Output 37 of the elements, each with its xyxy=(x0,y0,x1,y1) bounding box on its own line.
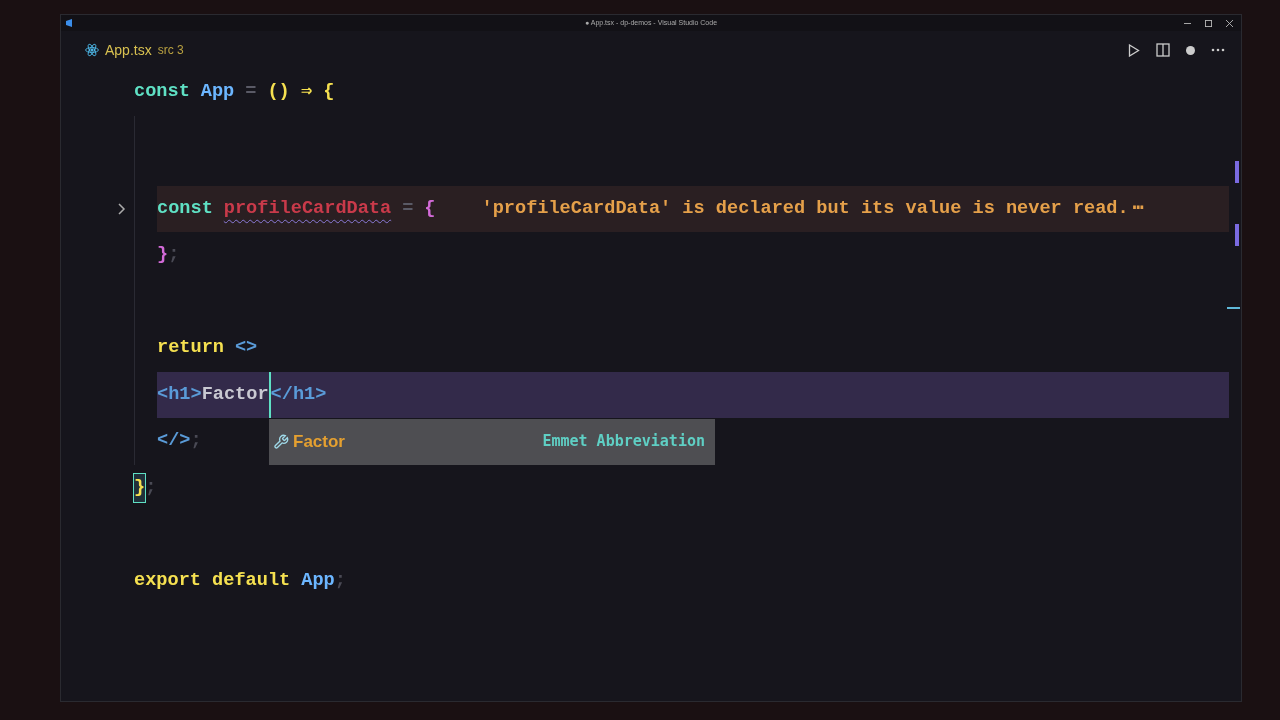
maximize-icon[interactable] xyxy=(1205,19,1212,27)
code-token: } xyxy=(157,243,169,268)
code-token: const xyxy=(134,80,190,105)
wrench-icon xyxy=(273,433,289,450)
chevron-right-icon[interactable] xyxy=(117,201,127,216)
code-token: Factor xyxy=(201,382,269,407)
code-token: <> xyxy=(234,336,258,361)
code-token: export default xyxy=(134,568,291,593)
code-token: { xyxy=(424,196,436,221)
code-token: const xyxy=(157,196,213,221)
react-icon xyxy=(85,43,99,57)
code-token: App xyxy=(200,80,235,105)
code-token: ; xyxy=(190,429,202,454)
more-icon[interactable]: ⋯ xyxy=(1132,194,1144,223)
file-tab[interactable]: App.tsx src 3 xyxy=(83,31,186,69)
more-icon[interactable] xyxy=(1211,48,1225,52)
code-token: = xyxy=(245,80,257,105)
app-logo-icon xyxy=(65,18,75,28)
unsaved-dot-icon xyxy=(1186,45,1195,55)
code-token: () ⇒ { xyxy=(267,80,335,105)
code-token: <h1> xyxy=(157,382,202,407)
run-icon[interactable] xyxy=(1128,43,1140,57)
code-token: return xyxy=(157,336,224,361)
close-icon[interactable] xyxy=(1226,19,1233,27)
split-editor-icon[interactable] xyxy=(1156,43,1170,57)
suggestion-detail: Emmet Abbreviation xyxy=(542,431,705,453)
suggestion-label[interactable]: Factor xyxy=(293,428,345,455)
inline-diagnostic: 'profileCardData' is declared but its value is never read. xyxy=(481,196,1129,221)
code-token: ; xyxy=(145,475,157,500)
code-token: = xyxy=(402,196,414,221)
code-token: App xyxy=(301,568,335,593)
code-token: profileCardData xyxy=(223,196,392,221)
code-token: </> xyxy=(157,429,191,454)
code-token: </h1> xyxy=(270,382,327,407)
code-token: ; xyxy=(168,243,180,268)
code-token: ; xyxy=(334,568,346,593)
code-token: } xyxy=(134,473,146,502)
